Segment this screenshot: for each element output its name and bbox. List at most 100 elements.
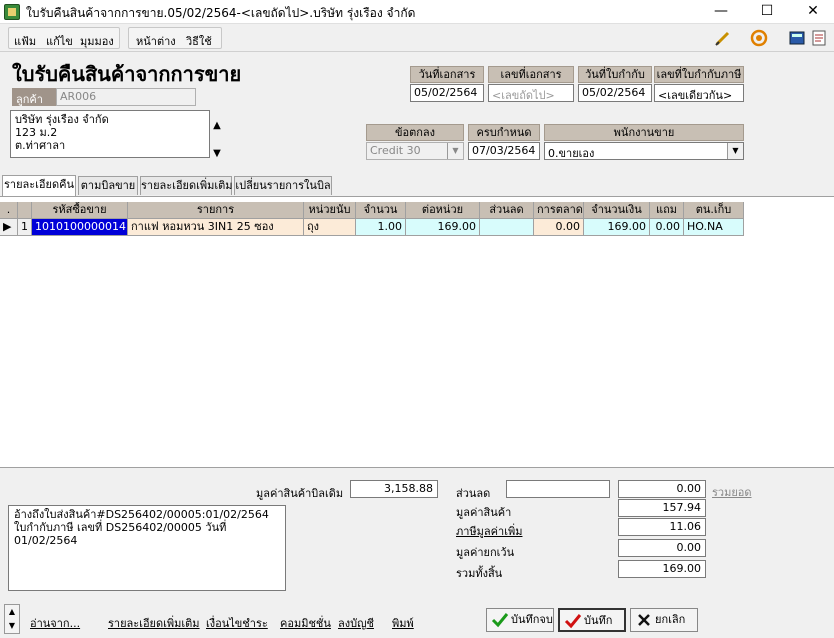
terms-combo[interactable]: Credit 30 ▼ <box>366 142 464 160</box>
menu-view[interactable]: มุมมอง <box>80 32 114 50</box>
discount-label: ส่วนลด <box>456 487 491 500</box>
maximize-button[interactable]: ☐ <box>744 0 790 24</box>
goods-value-label: มูลค่าสินค้า <box>456 506 512 519</box>
post-account-link[interactable]: ลงบัญชี <box>338 614 374 632</box>
spin-down-icon[interactable]: ▼ <box>5 619 19 633</box>
vat-link[interactable]: ภาษีมูลค่าเพิ่ม <box>456 522 522 540</box>
chevron-down-icon[interactable]: ▼ <box>447 143 463 159</box>
customer-code-field[interactable]: AR006 <box>56 88 196 106</box>
note-line-1: อ้างถึงใบส่งสินค้า#DS256402/00005:01/02/… <box>14 508 269 521</box>
total-link[interactable]: รวมยอด <box>712 483 752 501</box>
address-line-1: บริษัท รุ่งเรือง จำกัด <box>15 113 109 126</box>
reference-note[interactable]: อ้างถึงใบส่งสินค้า#DS256402/00005:01/02/… <box>8 505 286 591</box>
commission-link[interactable]: คอมมิชชั่น <box>280 614 331 632</box>
record-spinner[interactable]: ▲ ▼ <box>4 604 20 634</box>
salesperson-label: พนักงานขาย <box>544 124 744 141</box>
vat-value-field: 11.06 <box>618 518 706 536</box>
cell-unit[interactable]: ถุง <box>304 219 356 236</box>
col-row-indicator: . <box>0 202 18 219</box>
cell-price[interactable]: 169.00 <box>406 219 480 236</box>
read-from-link[interactable]: อ่านจาก... <box>30 614 80 632</box>
minimize-button[interactable]: — <box>698 0 744 24</box>
discount-value: 0.00 <box>618 480 706 498</box>
save-button[interactable]: บันทึก <box>558 608 626 632</box>
menu-file[interactable]: แฟ้ม <box>14 32 36 50</box>
address-line-3: ต.ท่าศาลา <box>15 139 66 152</box>
cell-qty[interactable]: 1.00 <box>356 219 406 236</box>
pen-tool-icon[interactable] <box>714 29 732 47</box>
menu-edit[interactable]: แก้ไข <box>46 32 73 50</box>
chevron-down-icon[interactable]: ▼ <box>727 143 743 159</box>
cell-code[interactable]: 1010100000014 <box>32 219 128 236</box>
menu-window[interactable]: หน้าต่าง <box>136 32 176 50</box>
goods-value-field: 157.94 <box>618 499 706 517</box>
salesperson-combo[interactable]: 0.ขายเอง ▼ <box>544 142 744 160</box>
cell-marketing[interactable]: 0.00 <box>534 219 584 236</box>
cell-desc[interactable]: กาแฟ หอมหวน 3IN1 25 ซอง <box>128 219 304 236</box>
grand-total-field: 169.00 <box>618 560 706 578</box>
col-qty: จำนวน <box>356 202 406 219</box>
salesperson-value: 0.ขายเอง <box>548 147 595 160</box>
customer-label: ลูกค้า <box>12 88 56 106</box>
discount-input[interactable] <box>506 480 610 498</box>
close-icon <box>638 614 650 626</box>
menu-bar: แฟ้ม แก้ไข มุมมอง หน้าต่าง วิธีใช้ <box>0 24 834 52</box>
tab-change-items[interactable]: เปลี่ยนรายการในบิล <box>234 176 332 195</box>
due-field[interactable]: 07/03/2564 <box>468 142 540 160</box>
doc-date-field[interactable]: 05/02/2564 <box>410 84 484 102</box>
tab-return-detail[interactable]: รายละเอียดคืน <box>2 175 76 196</box>
calculator-icon[interactable] <box>788 29 806 47</box>
row-number: 1 <box>18 219 32 236</box>
col-free: แถม <box>650 202 684 219</box>
row-pointer-icon[interactable]: ▶ <box>0 219 18 236</box>
refresh-icon[interactable] <box>750 29 768 47</box>
tab-more-detail[interactable]: รายละเอียดเพิ่มเติม <box>140 176 233 195</box>
due-label: ครบกำหนด <box>468 124 540 141</box>
col-no <box>18 202 32 219</box>
exempt-value-label: มูลค่ายกเว้น <box>456 546 515 559</box>
col-code: รหัสซื้อขาย <box>32 202 128 219</box>
col-amount: จำนวนเงิน <box>584 202 650 219</box>
menu-help[interactable]: วิธีใช้ <box>186 32 212 50</box>
col-location: ตน.เก็บ <box>684 202 744 219</box>
title-bar: ใบรับคืนสินค้าจากการขาย.05/02/2564-<เลขถ… <box>0 0 834 24</box>
document-icon[interactable] <box>810 29 828 47</box>
scroll-up-icon[interactable]: ▲ <box>212 112 222 140</box>
more-detail-link[interactable]: รายละเอียดเพิ่มเติม <box>108 614 200 632</box>
address-scroll[interactable]: ▲ ▼ <box>212 112 222 168</box>
address-line-2: 123 ม.2 <box>15 126 58 139</box>
print-link[interactable]: พิมพ์ <box>392 614 414 632</box>
close-button[interactable]: ✕ <box>790 0 834 24</box>
save-close-button[interactable]: บันทึกจบ <box>486 608 554 632</box>
check-icon <box>491 613 509 628</box>
items-grid[interactable]: . รหัสซื้อขาย รายการ หน่วยนับ จำนวน ต่อห… <box>0 196 834 468</box>
cancel-button[interactable]: ยกเลิก <box>630 608 698 632</box>
terms-label: ข้อตกลง <box>366 124 464 141</box>
cell-location[interactable]: HO.NA <box>684 219 744 236</box>
page-title: ใบรับคืนสินค้าจากการขาย <box>12 62 242 86</box>
exempt-value-field: 0.00 <box>618 539 706 557</box>
doc-no-field[interactable]: <เลขถัดไป> <box>488 84 574 102</box>
tab-by-sale-bill[interactable]: ตามบิลขาย <box>78 176 138 195</box>
cell-discount[interactable] <box>480 219 534 236</box>
tax-invoice-field[interactable]: <เลขเดียวกัน> <box>654 84 744 102</box>
orig-bill-value-label: มูลค่าสินค้าบิลเดิม <box>256 487 344 500</box>
col-price: ต่อหน่วย <box>406 202 480 219</box>
payment-terms-link[interactable]: เงื่อนไขชำระ <box>206 614 268 632</box>
check-icon <box>564 614 582 629</box>
cancel-label: ยกเลิก <box>655 613 686 626</box>
customer-address[interactable]: บริษัท รุ่งเรือง จำกัด 123 ม.2 ต.ท่าศาลา <box>10 110 210 158</box>
save-close-label: บันทึกจบ <box>511 613 553 626</box>
invoice-date-field[interactable]: 05/02/2564 <box>578 84 652 102</box>
cell-free[interactable]: 0.00 <box>650 219 684 236</box>
scroll-down-icon[interactable]: ▼ <box>212 140 222 168</box>
window-title: ใบรับคืนสินค้าจากการขาย.05/02/2564-<เลขถ… <box>26 6 416 20</box>
app-icon <box>4 4 20 20</box>
invoice-date-label: วันที่ใบกำกับ <box>578 66 652 83</box>
doc-no-label: เลขที่เอกสาร <box>488 66 574 83</box>
cell-amount[interactable]: 169.00 <box>584 219 650 236</box>
grand-total-label: รวมทั้งสิ้น <box>456 567 503 580</box>
col-unit: หน่วยนับ <box>304 202 356 219</box>
terms-value: Credit 30 <box>370 144 421 157</box>
spin-up-icon[interactable]: ▲ <box>5 605 19 619</box>
